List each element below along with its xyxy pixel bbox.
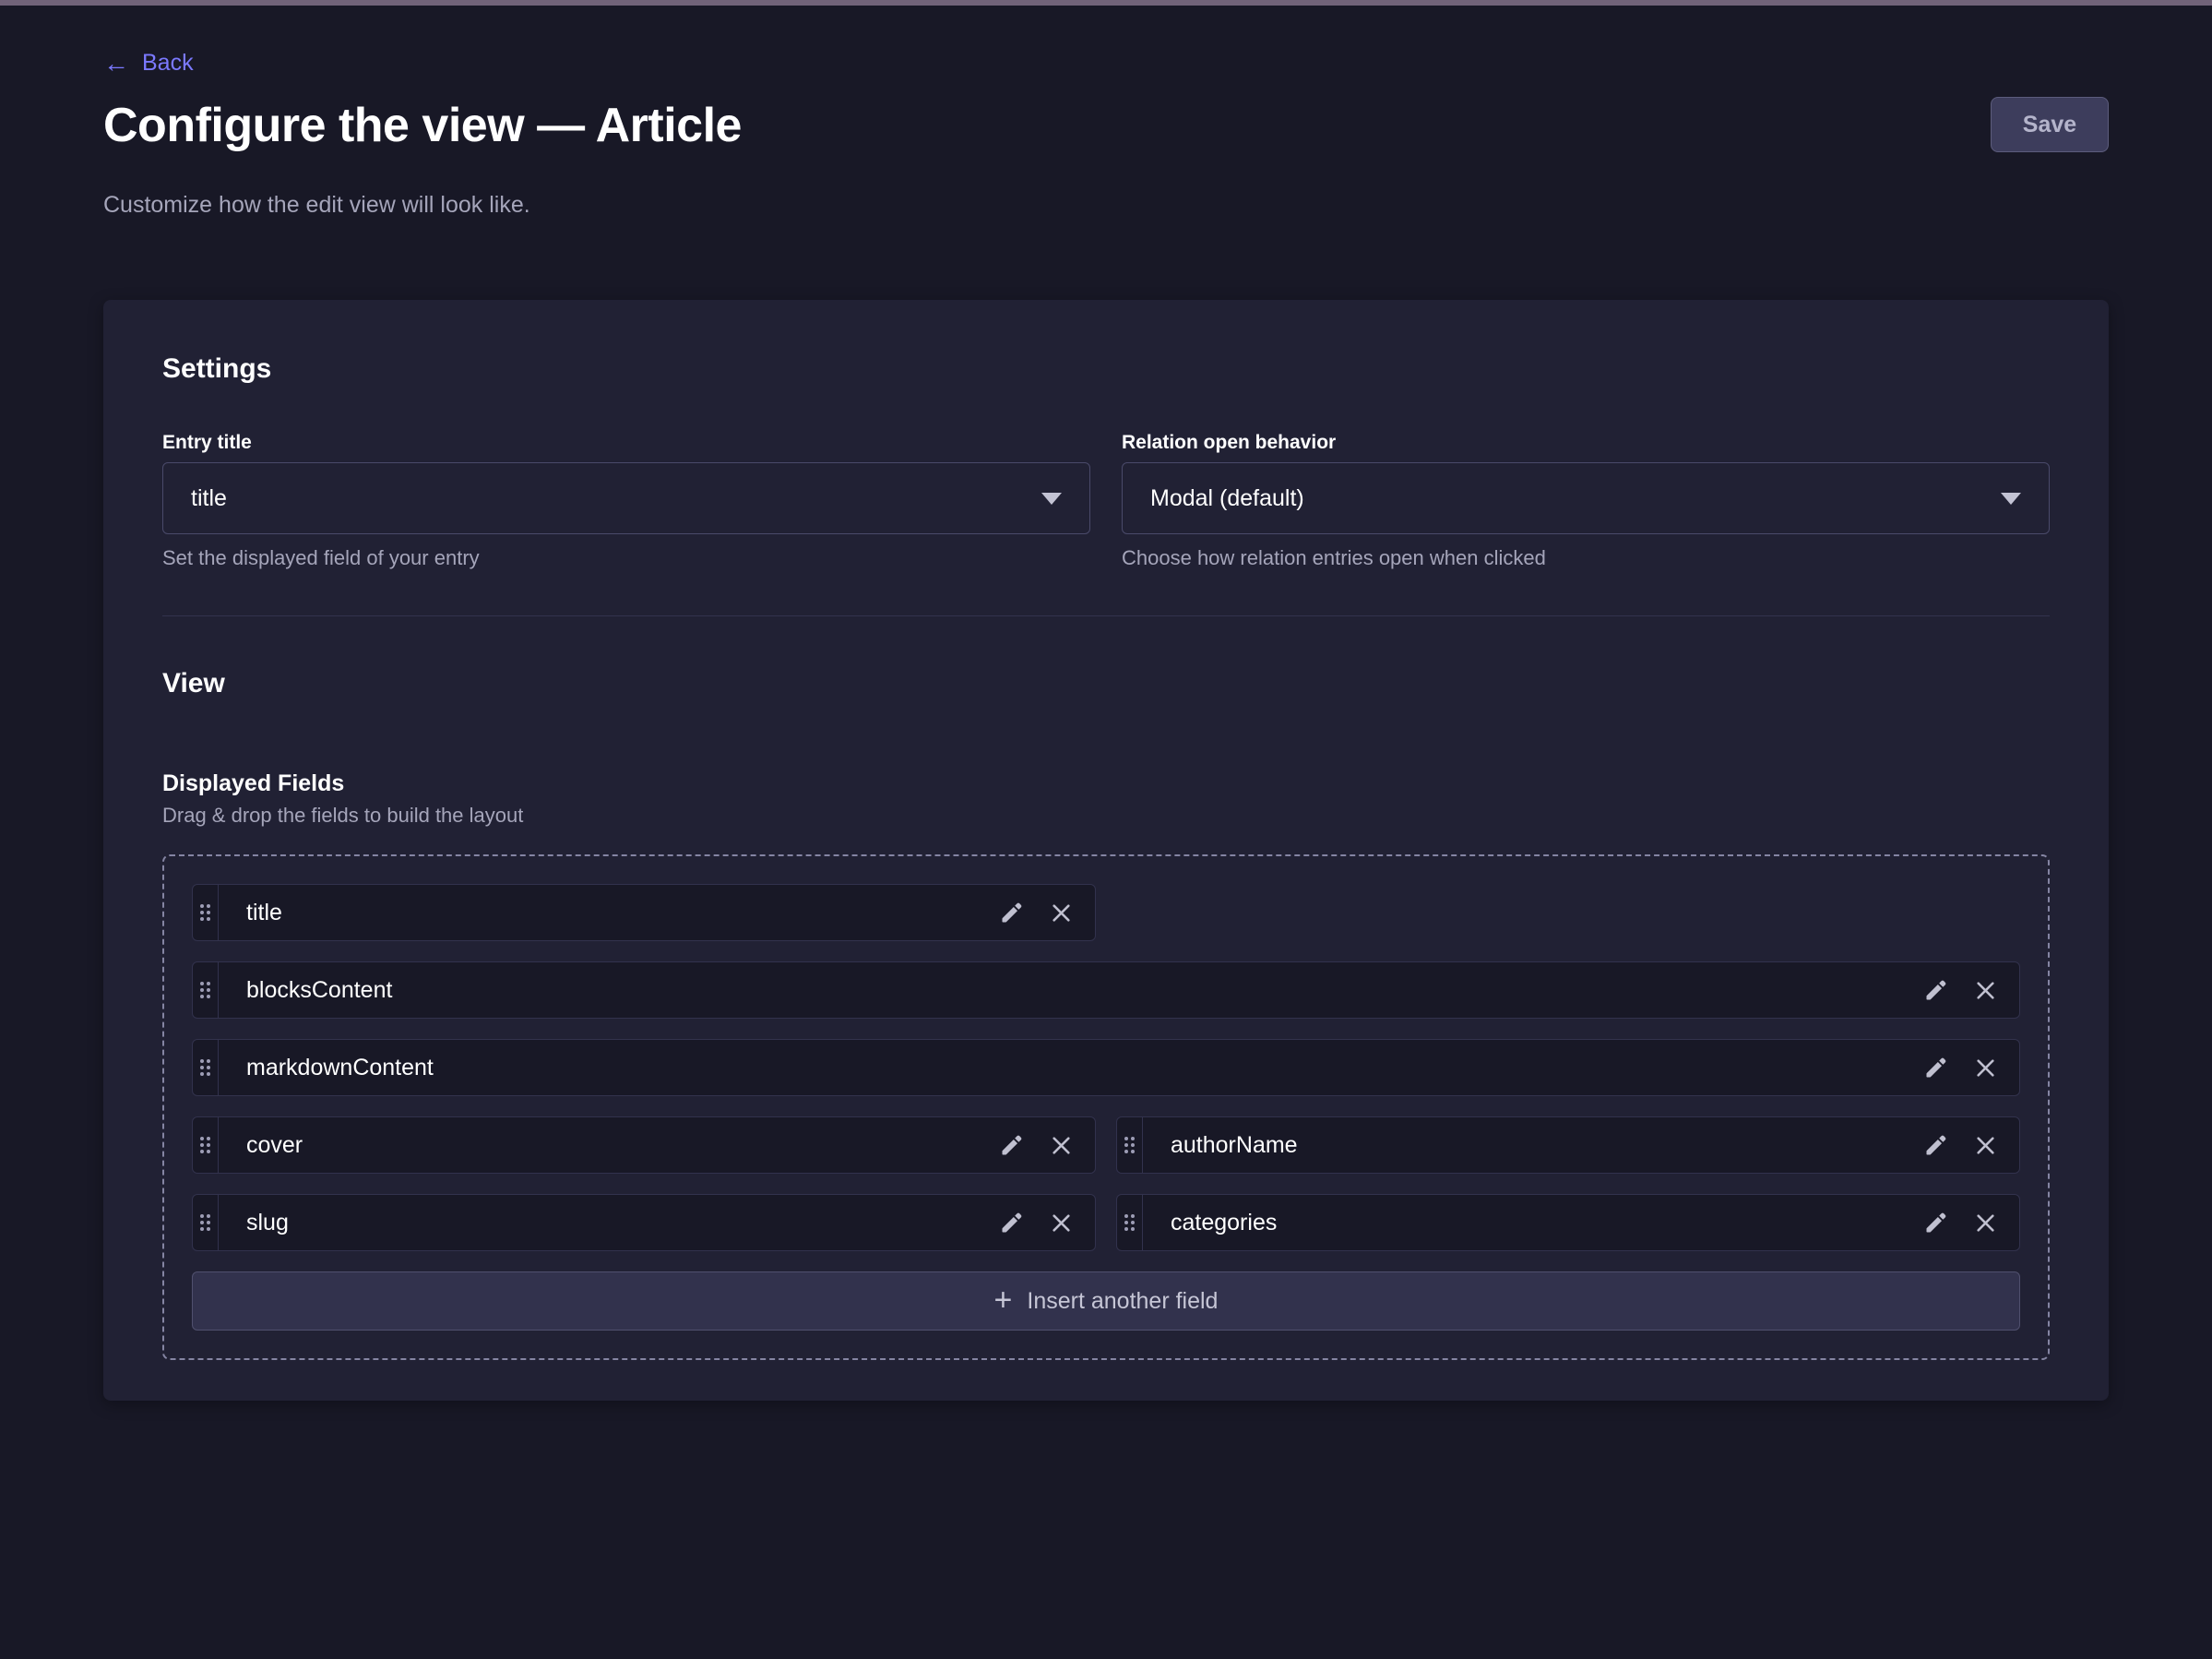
- field-row-actions: [999, 885, 1095, 940]
- drag-handle-icon[interactable]: [193, 1117, 219, 1173]
- relation-behavior-select[interactable]: Modal (default): [1122, 462, 2050, 534]
- field-row-actions: [1923, 1040, 2019, 1095]
- close-icon[interactable]: [1974, 1056, 1997, 1080]
- pencil-icon[interactable]: [1923, 978, 1948, 1003]
- fields-drop-zone: title blocksContent markdownContent cover au…: [162, 854, 2050, 1360]
- field-row-actions: [1923, 1195, 2019, 1250]
- field-row-actions: [999, 1117, 1095, 1173]
- section-divider: [162, 615, 2050, 616]
- close-icon[interactable]: [1050, 901, 1073, 925]
- pencil-icon[interactable]: [999, 1133, 1024, 1158]
- page-title: Configure the view — Article: [103, 97, 742, 154]
- configure-view-page: ← Back Configure the view — Article Save…: [103, 6, 2109, 1401]
- page-header: Configure the view — Article Save: [103, 97, 2109, 154]
- field-row[interactable]: markdownContent: [192, 1039, 2020, 1096]
- relation-behavior-label: Relation open behavior: [1122, 431, 2050, 455]
- field-row-actions: [999, 1195, 1095, 1250]
- relation-behavior-field: Relation open behavior Modal (default) C…: [1122, 431, 2050, 571]
- chevron-down-icon: [2001, 493, 2021, 505]
- field-row[interactable]: authorName: [1116, 1116, 2020, 1174]
- entry-title-hint: Set the displayed field of your entry: [162, 545, 1090, 571]
- field-row-label: slug: [219, 1210, 289, 1236]
- insert-field-label: Insert another field: [1027, 1288, 1218, 1315]
- field-row-label: categories: [1143, 1210, 1277, 1236]
- back-arrow-icon: ←: [103, 51, 129, 77]
- settings-grid: Entry title title Set the displayed fiel…: [162, 431, 2050, 571]
- back-link-label: Back: [142, 50, 194, 77]
- pencil-icon[interactable]: [1923, 1211, 1948, 1235]
- field-row-label: authorName: [1143, 1132, 1298, 1159]
- field-row-actions: [1923, 1117, 2019, 1173]
- drag-handle-icon[interactable]: [1117, 1195, 1143, 1250]
- close-icon[interactable]: [1974, 979, 1997, 1002]
- field-row-label: blocksContent: [219, 977, 392, 1004]
- drag-handle-icon[interactable]: [193, 962, 219, 1018]
- back-link[interactable]: ← Back: [103, 50, 194, 77]
- field-row[interactable]: categories: [1116, 1194, 2020, 1251]
- fields-grid: title blocksContent markdownContent cover au…: [192, 884, 2020, 1251]
- field-row-label: title: [219, 900, 282, 926]
- insert-field-button[interactable]: + Insert another field: [192, 1271, 2020, 1331]
- displayed-fields-label: Displayed Fields: [162, 770, 2050, 797]
- close-icon[interactable]: [1974, 1211, 1997, 1235]
- save-button[interactable]: Save: [1991, 97, 2109, 152]
- close-icon[interactable]: [1050, 1134, 1073, 1157]
- chevron-down-icon: [1041, 493, 1062, 505]
- settings-heading: Settings: [162, 352, 2050, 387]
- drag-handle-icon[interactable]: [193, 1040, 219, 1095]
- pencil-icon[interactable]: [999, 1211, 1024, 1235]
- field-row[interactable]: blocksContent: [192, 961, 2020, 1019]
- relation-behavior-hint: Choose how relation entries open when cl…: [1122, 545, 2050, 571]
- displayed-fields-hint: Drag & drop the fields to build the layo…: [162, 803, 2050, 829]
- pencil-icon[interactable]: [999, 901, 1024, 925]
- field-row[interactable]: slug: [192, 1194, 1096, 1251]
- configure-panel: Settings Entry title title Set the displ…: [103, 300, 2109, 1401]
- pencil-icon[interactable]: [1923, 1133, 1948, 1158]
- page-subtitle: Customize how the edit view will look li…: [103, 191, 2109, 219]
- entry-title-select[interactable]: title: [162, 462, 1090, 534]
- field-row-label: cover: [219, 1132, 303, 1159]
- field-row-label: markdownContent: [219, 1055, 434, 1081]
- drag-handle-icon[interactable]: [193, 1195, 219, 1250]
- field-row-actions: [1923, 962, 2019, 1018]
- relation-behavior-value: Modal (default): [1150, 485, 1304, 512]
- field-row[interactable]: cover: [192, 1116, 1096, 1174]
- entry-title-field: Entry title title Set the displayed fiel…: [162, 431, 1090, 571]
- entry-title-value: title: [191, 485, 227, 512]
- entry-title-label: Entry title: [162, 431, 1090, 455]
- drag-handle-icon[interactable]: [1117, 1117, 1143, 1173]
- field-row[interactable]: title: [192, 884, 1096, 941]
- view-heading: View: [162, 666, 2050, 701]
- drag-handle-icon[interactable]: [193, 885, 219, 940]
- close-icon[interactable]: [1974, 1134, 1997, 1157]
- close-icon[interactable]: [1050, 1211, 1073, 1235]
- plus-icon: +: [994, 1284, 1013, 1316]
- pencil-icon[interactable]: [1923, 1056, 1948, 1080]
